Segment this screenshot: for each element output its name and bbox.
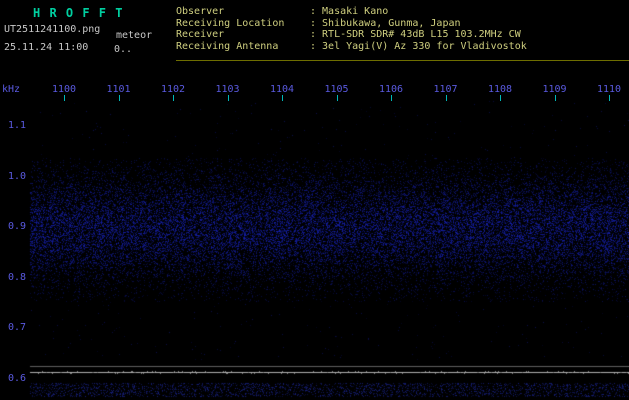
header-row-observer: Observer : Masaki Kano: [176, 6, 527, 18]
frequency-tick-label: 0.9: [7, 221, 26, 232]
time-tick-label: 1100: [51, 84, 77, 95]
frequency-unit-label: kHz: [2, 84, 21, 95]
echo-counter: 0..: [114, 44, 133, 55]
time-tick-mark: [500, 95, 501, 101]
mode-label: meteor: [116, 30, 153, 41]
header-value: : Masaki Kano: [310, 6, 389, 17]
header-value: : 3el Yagi(V) Az 330 for Vladivostok: [310, 40, 527, 52]
frequency-tick-label: 1.0: [7, 170, 26, 182]
output-filename: UT2511241100.png: [4, 24, 101, 35]
datetime-label: 25.11.24 11:00: [4, 42, 89, 53]
frequency-tick-label: 1.1: [7, 120, 26, 131]
header-separator: [176, 60, 629, 61]
observation-header: Observer : Masaki Kano Receiving Locatio…: [176, 6, 527, 52]
time-tick-label: 1106: [378, 84, 404, 95]
time-tick-mark: [173, 95, 174, 101]
time-tick-label: 1102: [160, 84, 186, 95]
time-tick-mark: [336, 95, 338, 101]
app-title: H R O F F T: [33, 6, 124, 20]
time-tick-label: 1108: [487, 84, 513, 95]
header-label: Receiver: [176, 29, 225, 40]
header-row-antenna: Receiving Antenna : 3el Yagi(V) Az 330 f…: [176, 41, 527, 53]
time-tick-label: 1107: [433, 84, 458, 95]
time-tick-label: 1109: [542, 84, 567, 95]
time-tick-label: 1110: [596, 84, 622, 95]
time-tick-mark: [227, 95, 229, 101]
header-row-receiver: Receiver : RTL-SDR SDR# 43dB L15 103.2MH…: [176, 29, 527, 41]
time-tick-mark: [64, 95, 65, 101]
time-tick-label: 1105: [324, 84, 349, 95]
time-tick-label: 1101: [106, 84, 131, 95]
hrofft-spectrogram-screen: H R O F F T UT2511241100.png meteor 25.1…: [0, 0, 629, 400]
header-label: Receiving Location: [176, 17, 285, 29]
time-tick-mark: [282, 95, 283, 101]
header-value: : RTL-SDR SDR# 43dB L15 103.2MHz CW: [310, 29, 521, 40]
frequency-tick-label: 0.7: [7, 322, 26, 333]
header-label: Observer: [176, 6, 225, 17]
time-tick-label: 1103: [215, 84, 240, 95]
time-tick-mark: [554, 95, 556, 101]
time-tick-label: 1104: [269, 84, 295, 95]
time-tick-mark: [391, 95, 392, 101]
header-row-location: Receiving Location : Shibukawa, Gunma, J…: [176, 18, 527, 30]
time-tick-mark: [445, 95, 447, 101]
time-tick-mark: [118, 95, 120, 101]
frequency-tick-label: 0.8: [7, 271, 26, 283]
time-tick-mark: [609, 95, 610, 101]
header-label: Receiving Antenna: [176, 40, 279, 52]
frequency-tick-label: 0.6: [7, 372, 26, 384]
header-value: : Shibukawa, Gunma, Japan: [310, 17, 461, 29]
